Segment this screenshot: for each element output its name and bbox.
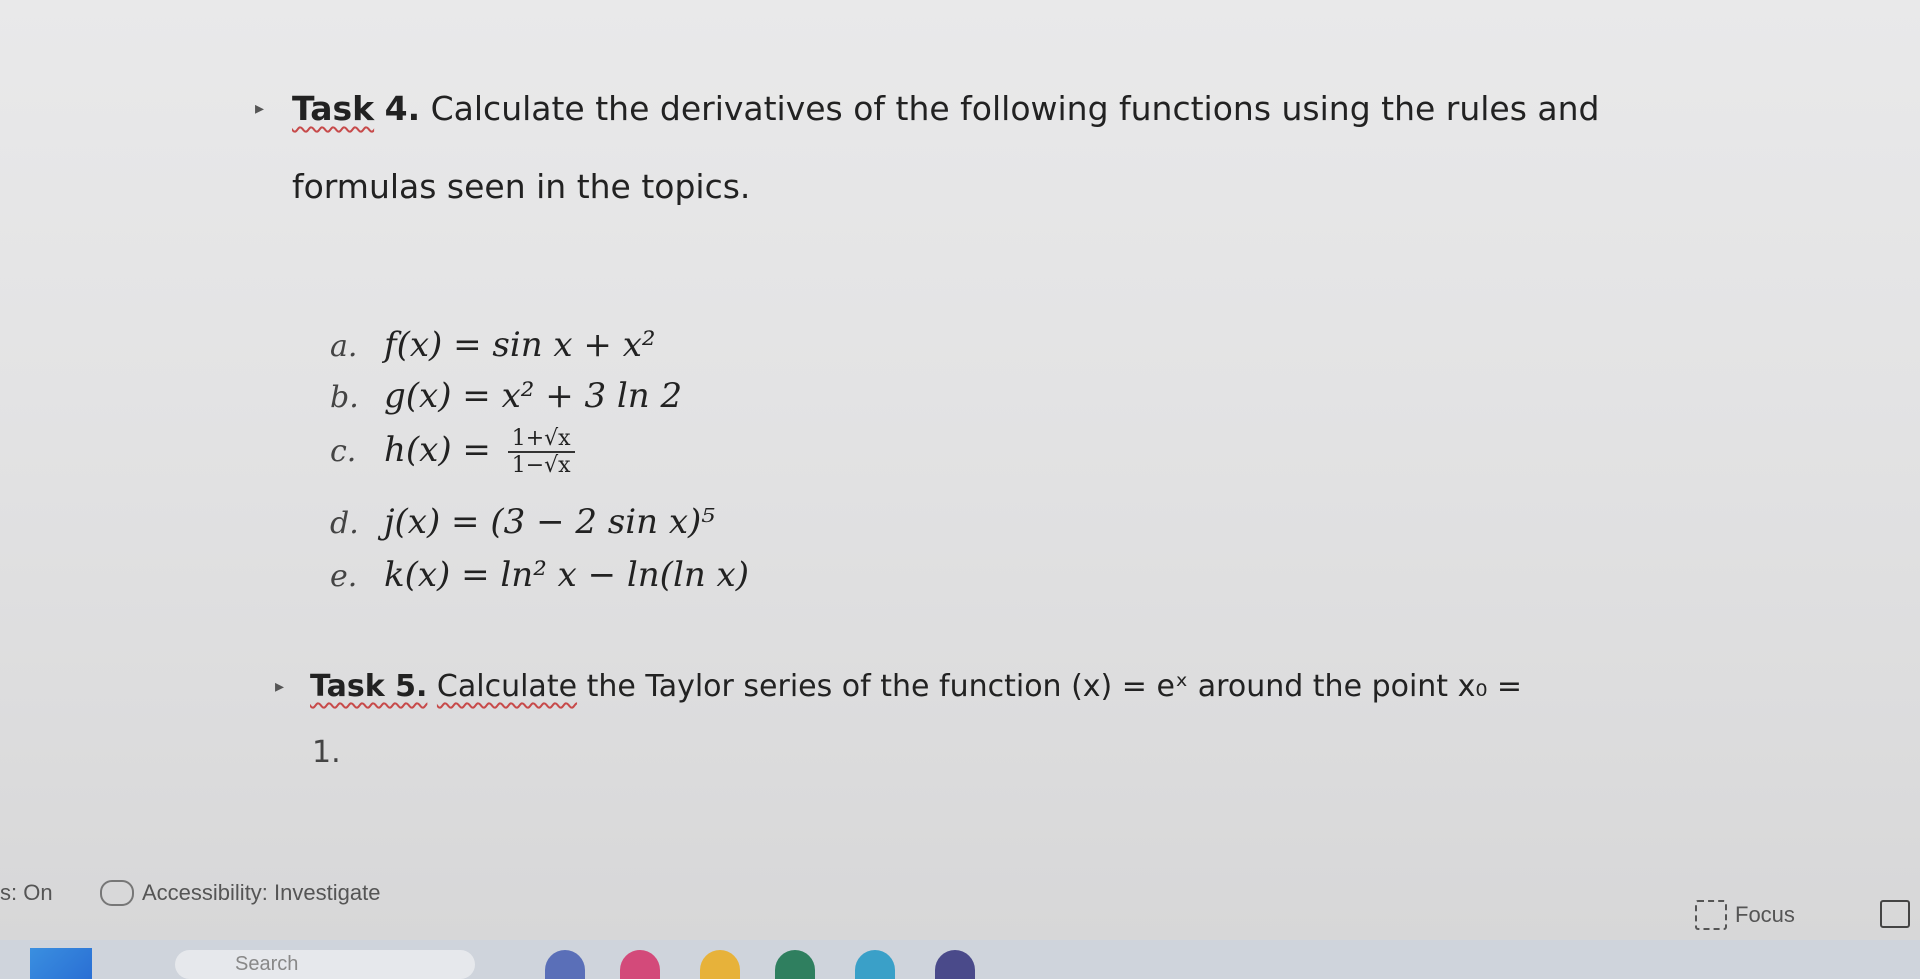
function-item-d: d. j(x) = (3 − 2 sin x)⁵ <box>330 502 715 542</box>
taskbar-app-icon[interactable] <box>620 950 660 979</box>
function-item-c: c. h(x) = 1+√x 1−√x <box>330 426 575 478</box>
status-left-text[interactable]: s: On <box>0 880 53 906</box>
task4-text: Calculate the derivatives of the followi… <box>420 89 1600 128</box>
focus-button[interactable]: Focus <box>1695 900 1795 930</box>
taskbar-app-icon[interactable] <box>775 950 815 979</box>
function-item-e: e. k(x) = ln² x − ln(ln x) <box>330 555 749 595</box>
taskbar-app-icon[interactable] <box>855 950 895 979</box>
accessibility-icon <box>100 880 134 906</box>
function-item-b: b. g(x) = x² + 3 ln 2 <box>330 376 683 416</box>
task4-number: 4. <box>384 89 421 128</box>
accessibility-label: Accessibility: Investigate <box>142 880 381 905</box>
read-mode-icon[interactable] <box>1880 900 1910 928</box>
task4-label: Task <box>292 89 375 128</box>
task5-label: Task 5. <box>310 669 428 704</box>
task4-heading: Task 4. Calculate the derivatives of the… <box>292 92 1600 125</box>
taskbar-app-icon[interactable] <box>700 950 740 979</box>
fraction-denominator: 1−√x <box>511 453 571 478</box>
task5-collapse-arrow[interactable]: ▸ <box>275 676 284 697</box>
task4-text-line2: formulas seen in the topics. <box>292 167 751 206</box>
fraction-numerator: 1+√x <box>507 426 575 453</box>
focus-icon <box>1695 900 1727 930</box>
taskbar: Search <box>0 940 1920 979</box>
taskbar-app-icon[interactable] <box>935 950 975 979</box>
accessibility-status[interactable]: Accessibility: Investigate <box>100 880 380 906</box>
task5-text: the Taylor series of the function (x) = … <box>577 669 1523 704</box>
task5-heading: Task 5. Calculate the Taylor series of t… <box>310 672 1522 702</box>
task5-calculate: Calculate <box>436 669 578 704</box>
task4-collapse-arrow[interactable]: ▸ <box>255 98 264 119</box>
task5-text-line2: 1. <box>312 735 341 770</box>
taskbar-search-input[interactable]: Search <box>175 950 475 979</box>
document-page: ▸ Task 4. Calculate the derivatives of t… <box>0 0 1920 870</box>
windows-start-icon[interactable] <box>30 948 92 979</box>
status-bar: s: On Accessibility: Investigate Focus <box>0 870 1920 930</box>
function-item-a: a. f(x) = sin x + x² <box>330 325 656 365</box>
fraction: 1+√x 1−√x <box>507 426 575 478</box>
taskbar-app-icon[interactable] <box>545 950 585 979</box>
focus-label: Focus <box>1735 902 1795 927</box>
